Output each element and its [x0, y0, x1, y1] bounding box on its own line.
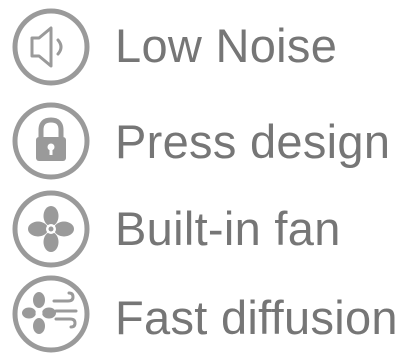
feature-label: Fast diffusion — [115, 291, 398, 344]
feature-label: Low Noise — [115, 19, 338, 72]
feature-list: Low Noise Press design Built-in fan Fast… — [0, 0, 398, 358]
lock-icon — [8, 98, 94, 184]
feature-fast-diffusion: Fast diffusion — [0, 268, 398, 358]
feature-low-noise: Low Noise — [0, 0, 398, 90]
diffusion-icon — [8, 271, 94, 357]
feature-built-in-fan: Built-in fan — [0, 183, 398, 273]
feature-label: Press design — [115, 115, 391, 168]
fan-icon — [8, 186, 94, 272]
speaker-icon — [8, 4, 94, 90]
feature-press-design: Press design — [0, 98, 398, 188]
feature-label: Built-in fan — [115, 202, 341, 255]
